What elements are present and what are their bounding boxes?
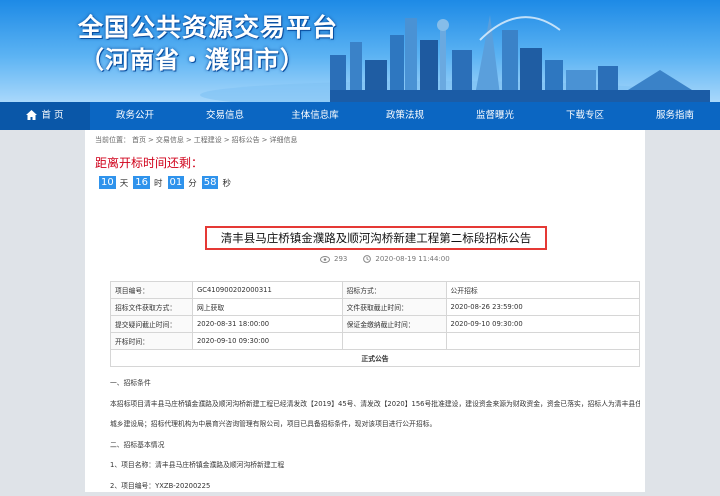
table-cell-empty	[342, 333, 446, 350]
nav-item-downloads[interactable]: 下载专区	[540, 102, 630, 130]
clock-icon	[363, 255, 371, 263]
project-info-table: 项目编号： GC410900202000311 招标方式： 公开招标 招标文件获…	[110, 281, 640, 367]
table-cell-label: 文件获取截止时间：	[342, 299, 446, 316]
table-row: 提交疑问截止时间： 2020-08-31 18:00:00 保证金缴纳截止时间：…	[111, 316, 640, 333]
countdown-days: 10	[99, 176, 116, 189]
table-cell-value: 2020-08-26 23:59:00	[446, 299, 640, 316]
breadcrumb: 当前位置：首页>交易信息>工程建设>招标公告>详细信息	[95, 135, 300, 145]
breadcrumb-sep: >	[262, 136, 268, 144]
breadcrumb-current: 详细信息	[270, 136, 298, 144]
table-cell-value: GC410900202000311	[192, 282, 342, 299]
nav-item-entity-library[interactable]: 主体信息库	[270, 102, 360, 130]
body-paragraph: 2、项目编号：YXZB-20200225	[110, 476, 640, 496]
nav-item-policy-regulations[interactable]: 政策法规	[360, 102, 450, 130]
breadcrumb-sep: >	[224, 136, 230, 144]
table-cell-label: 招标文件获取方式：	[111, 299, 193, 316]
breadcrumb-sep: >	[148, 136, 154, 144]
table-row: 招标文件获取方式： 网上获取 文件获取截止时间： 2020-08-26 23:5…	[111, 299, 640, 316]
breadcrumb-link-home[interactable]: 首页	[132, 136, 146, 144]
breadcrumb-prefix: 当前位置：	[95, 136, 130, 144]
countdown-timer: 10 天 16 时 01分 58秒	[99, 176, 236, 189]
breadcrumb-link-trade-info[interactable]: 交易信息	[156, 136, 184, 144]
table-cell-label: 项目编号：	[111, 282, 193, 299]
countdown-hours-unit: 时	[154, 177, 163, 189]
nav-item-service-guide[interactable]: 服务指南	[630, 102, 720, 130]
table-cell-value: 2020-09-10 09:30:00	[192, 333, 342, 350]
publish-date: 2020-08-19 11:44:00	[375, 255, 449, 263]
body-heading: 一、招标条件	[110, 373, 640, 394]
notice-meta: 293 2020-08-19 11:44:00	[320, 255, 450, 263]
table-cell-value: 2020-08-31 18:00:00	[192, 316, 342, 333]
table-cell-label: 保证金缴纳截止时间：	[342, 316, 446, 333]
table-cell-label: 提交疑问截止时间：	[111, 316, 193, 333]
countdown-days-unit: 天	[120, 177, 129, 189]
countdown-seconds: 58	[202, 176, 219, 189]
table-footer-official-notice: 正式公告	[111, 350, 640, 367]
nav-item-supervision[interactable]: 监督曝光	[450, 102, 540, 130]
eye-icon	[320, 256, 330, 263]
home-icon	[26, 110, 37, 120]
notice-title: 清丰县马庄桥镇金濮路及顺河沟桥新建工程第二标段招标公告	[205, 226, 547, 250]
nav-item-label: 首 页	[41, 110, 63, 121]
body-paragraph: 城乡建设局；招标代理机构为中晨育兴咨询管理有限公司，项目已具备招标条件，现对该项…	[110, 414, 640, 435]
countdown-minutes-unit: 分	[188, 177, 197, 189]
body-heading: 二、招标基本情况	[110, 435, 640, 456]
body-paragraph: 1、项目名称：清丰县马庄桥镇金濮路及顺河沟桥新建工程	[110, 455, 640, 476]
table-cell-value: 网上获取	[192, 299, 342, 316]
main-content: 当前位置：首页>交易信息>工程建设>招标公告>详细信息 距离开标时间还剩： 10…	[85, 130, 645, 492]
nav-item-home[interactable]: 首 页	[0, 102, 90, 130]
countdown-seconds-unit: 秒	[222, 177, 231, 189]
table-row: 正式公告	[111, 350, 640, 367]
table-cell-label: 开标时间：	[111, 333, 193, 350]
nav-item-government-affairs[interactable]: 政务公开	[90, 102, 180, 130]
view-count: 293	[334, 255, 347, 263]
nav-item-trade-info[interactable]: 交易信息	[180, 102, 270, 130]
breadcrumb-link-engineering[interactable]: 工程建设	[194, 136, 222, 144]
table-cell-value: 公开招标	[446, 282, 640, 299]
breadcrumb-link-notice[interactable]: 招标公告	[232, 136, 260, 144]
table-row: 项目编号： GC410900202000311 招标方式： 公开招标	[111, 282, 640, 299]
breadcrumb-sep: >	[186, 136, 192, 144]
countdown-hours: 16	[133, 176, 150, 189]
table-cell-empty	[446, 333, 640, 350]
main-nav: 首 页 政务公开 交易信息 主体信息库 政策法规 监督曝光 下载专区 服务指南	[0, 102, 720, 130]
notice-body: 一、招标条件 本招标项目清丰县马庄桥镇金濮路及顺河沟桥新建工程已经清发改【201…	[110, 373, 640, 496]
table-row: 开标时间： 2020-09-10 09:30:00	[111, 333, 640, 350]
countdown-title: 距离开标时间还剩：	[95, 154, 203, 171]
banner-subtitle: （河南省・濮阳市）	[80, 40, 305, 75]
table-cell-value: 2020-09-10 09:30:00	[446, 316, 640, 333]
banner-title: 全国公共资源交易平台	[78, 8, 338, 44]
countdown-minutes: 01	[168, 176, 185, 189]
body-paragraph: 本招标项目清丰县马庄桥镇金濮路及顺河沟桥新建工程已经清发改【2019】45号、清…	[110, 394, 640, 415]
header-banner: 全国公共资源交易平台 （河南省・濮阳市）	[0, 0, 720, 102]
table-cell-label: 招标方式：	[342, 282, 446, 299]
